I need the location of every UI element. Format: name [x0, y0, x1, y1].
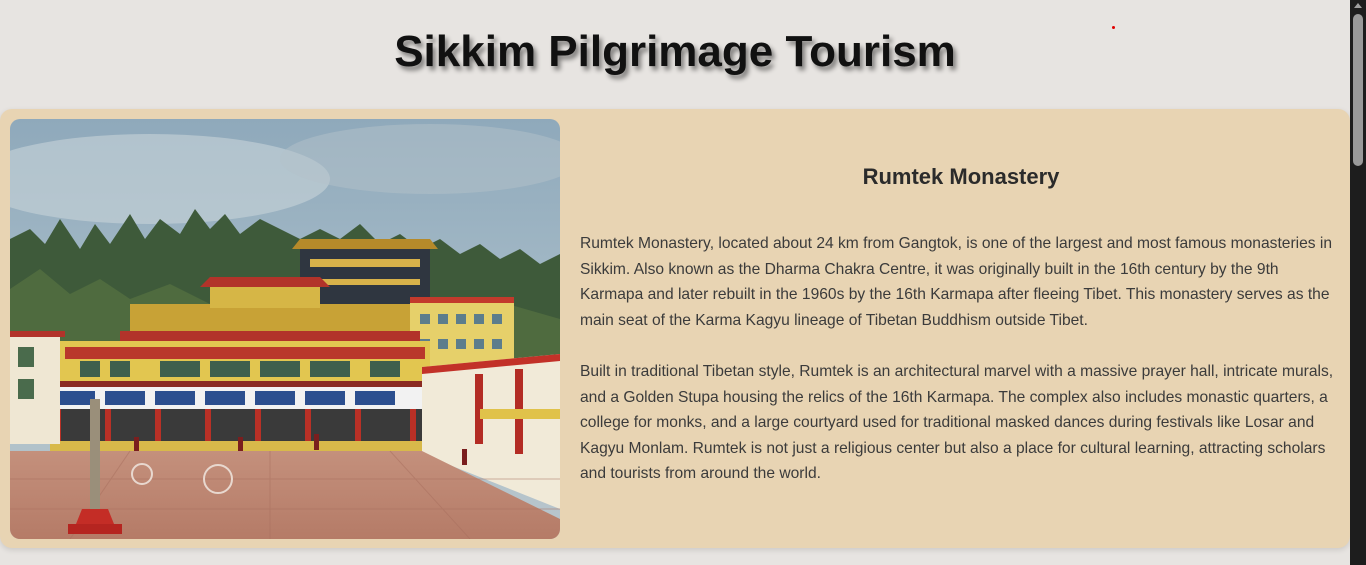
monastery-card: Rumtek Monastery Rumtek Monastery, locat…	[0, 109, 1350, 548]
page: Sikkim Pilgrimage Tourism Rumtek Monaste…	[0, 0, 1366, 565]
description-paragraph-1: Rumtek Monastery, located about 24 km fr…	[580, 235, 1333, 329]
page-title: Sikkim Pilgrimage Tourism	[394, 27, 956, 76]
description-paragraph-2: Built in traditional Tibetan style, Rumt…	[580, 363, 1334, 482]
card-heading: Rumtek Monastery	[862, 164, 1060, 189]
vertical-scrollbar[interactable]	[1350, 0, 1366, 565]
monastery-photo	[10, 119, 560, 539]
red-dot-marker	[1112, 26, 1115, 29]
scrollbar-thumb[interactable]	[1353, 14, 1363, 166]
scroll-up-arrow-icon[interactable]	[1354, 3, 1362, 8]
monastery-description: Rumtek Monastery Rumtek Monastery, locat…	[580, 149, 1342, 487]
